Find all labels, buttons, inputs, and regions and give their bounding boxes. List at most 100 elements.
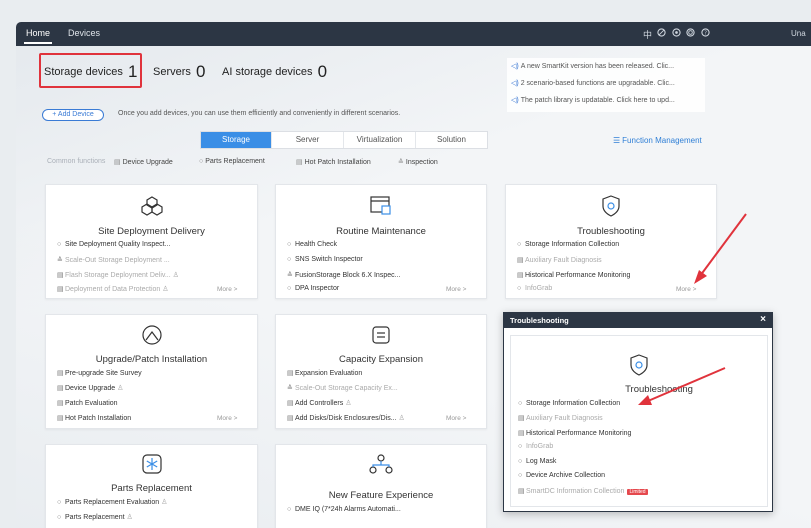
- speaker-icon: ◁): [511, 80, 519, 87]
- tab-storage[interactable]: Storage: [201, 132, 272, 148]
- card-item[interactable]: ≙ FusionStorage Block 6.X Inspec...: [287, 271, 400, 279]
- more-link[interactable]: More >: [217, 286, 237, 293]
- card-item[interactable]: ▤Hot Patch Installation: [57, 414, 131, 422]
- cubes-icon: [140, 195, 163, 219]
- card-item[interactable]: ○ Parts Replacement Evaluation ♙: [57, 498, 167, 506]
- card-item[interactable]: ▤Patch Evaluation: [57, 399, 118, 407]
- card-item[interactable]: ○ SNS Switch Inspector: [287, 256, 363, 263]
- card-item[interactable]: ○ Storage Information Collection: [517, 241, 619, 248]
- common-hot-patch[interactable]: ▤ Hot Patch Installation: [296, 158, 371, 166]
- card-capacity-expansion[interactable]: Capacity Expansion ▤Expansion Evaluation…: [275, 314, 487, 429]
- settings-icon[interactable]: [672, 28, 681, 39]
- card-item[interactable]: ○ Site Deployment Quality Inspect...: [57, 241, 170, 248]
- nav-devices-tab[interactable]: Devices: [68, 28, 100, 38]
- dialog-header: Troubleshooting ×: [504, 313, 772, 328]
- common-functions-label: Common functions: [47, 158, 106, 165]
- user-name[interactable]: Una: [791, 29, 806, 38]
- ai-storage-count: 0: [317, 62, 328, 81]
- notice-item[interactable]: ◁) A new SmartKit version has been releas…: [511, 62, 674, 70]
- card-item[interactable]: ○ InfoGrab: [517, 285, 552, 292]
- card-item[interactable]: ▤Add Disks/Disk Enclosures/Dis... ♙: [287, 414, 405, 422]
- servers-count: 0: [195, 62, 206, 81]
- category-tabs: Storage Server Virtualization Solution: [200, 131, 488, 149]
- snowflake-icon: [141, 453, 163, 477]
- card-item[interactable]: ▤Pre-upgrade Site Survey: [57, 369, 142, 377]
- annotation-arrow: [638, 367, 726, 405]
- card-item[interactable]: ▤Flash Storage Deployment Deliv... ♙: [57, 271, 179, 279]
- more-link[interactable]: More >: [446, 415, 466, 422]
- card-new-feature[interactable]: New Feature Experience ○ DME IQ (7*24h Al…: [275, 444, 487, 528]
- circle-icon: ○: [199, 158, 204, 165]
- card-item[interactable]: ▤Device Upgrade ♙: [57, 384, 123, 392]
- dialog-item[interactable]: ▤SmartDC Information Collection Limited: [518, 487, 648, 495]
- user-icon: ♙: [398, 415, 405, 422]
- card-item[interactable]: ≙ Scale-Out Storage Deployment ...: [57, 256, 170, 264]
- doc-icon: ▤: [296, 159, 303, 166]
- add-device-hint: Once you add devices, you can use them e…: [118, 110, 401, 117]
- card-item[interactable]: ▤Deployment of Data Protection ♙: [57, 285, 169, 293]
- svg-text:?: ?: [704, 31, 707, 37]
- common-device-upgrade[interactable]: ▤ Device Upgrade: [114, 158, 173, 166]
- card-item[interactable]: ○ DPA Inspector: [287, 285, 339, 292]
- user-icon: ♙: [172, 272, 179, 279]
- dialog-item[interactable]: ○ InfoGrab: [518, 443, 553, 450]
- tab-virtualization[interactable]: Virtualization: [344, 132, 416, 148]
- annotation-arrow: [694, 213, 747, 284]
- help-ring-icon[interactable]: [657, 28, 666, 39]
- card-item[interactable]: ▤Historical Performance Monitoring: [517, 271, 630, 279]
- alert-icon[interactable]: [686, 28, 695, 39]
- monitor-icon: [369, 194, 393, 220]
- user-icon: ♙: [117, 385, 124, 392]
- nav-home-underline: [24, 42, 52, 44]
- more-link[interactable]: More >: [446, 286, 466, 293]
- troubleshooting-dialog: Troubleshooting × Troubleshooting ○ Stora…: [503, 312, 773, 512]
- add-device-button[interactable]: + Add Device: [42, 109, 104, 121]
- network-icon: [368, 453, 394, 477]
- user-icon: ♙: [345, 400, 352, 407]
- common-inspection[interactable]: ≙ Inspection: [398, 158, 438, 166]
- servers-stat[interactable]: Servers 0: [153, 60, 206, 81]
- dialog-item[interactable]: ○ Log Mask: [518, 458, 556, 465]
- nav-home-tab[interactable]: Home: [26, 28, 50, 38]
- card-parts-replacement[interactable]: Parts Replacement ○ Parts Replacement Eva…: [45, 444, 258, 528]
- storage-box-icon: [370, 324, 392, 348]
- nav-bar: Home Devices 中 ? Una: [16, 22, 811, 46]
- card-title: Capacity Expansion: [339, 354, 423, 365]
- card-routine-maintenance[interactable]: Routine Maintenance ○ Health Check ○ SNS S…: [275, 184, 487, 299]
- function-management-link[interactable]: ☰ Function Management: [613, 136, 702, 145]
- upgrade-gauge-icon: [141, 324, 163, 348]
- storage-highlight-box: [39, 53, 142, 88]
- tab-solution[interactable]: Solution: [416, 132, 487, 148]
- user-icon: ♙: [126, 514, 133, 521]
- card-title: Site Deployment Delivery: [98, 226, 205, 237]
- dialog-card: Troubleshooting ○ Storage Information Col…: [510, 335, 768, 507]
- ai-storage-stat[interactable]: AI storage devices 0: [222, 60, 328, 81]
- language-icon[interactable]: 中: [643, 28, 652, 41]
- card-troubleshooting[interactable]: Troubleshooting ○ Storage Information Col…: [505, 184, 717, 299]
- card-item[interactable]: ○ Health Check: [287, 241, 337, 248]
- card-item[interactable]: ▤Add Controllers ♙: [287, 399, 351, 407]
- question-icon[interactable]: ?: [701, 28, 710, 39]
- card-title: Upgrade/Patch Installation: [95, 354, 208, 365]
- card-item[interactable]: ○ Parts Replacement ♙: [57, 513, 133, 521]
- card-site-deployment[interactable]: Site Deployment Delivery ○ Site Deploymen…: [45, 184, 258, 299]
- dialog-item[interactable]: ▤Auxiliary Fault Diagnosis: [518, 414, 603, 422]
- list-icon: ☰: [613, 136, 621, 145]
- dialog-item[interactable]: ▤Historical Performance Monitoring: [518, 429, 631, 437]
- user-icon: ♙: [161, 499, 168, 506]
- close-icon[interactable]: ×: [760, 313, 766, 327]
- tab-server[interactable]: Server: [272, 132, 344, 148]
- notice-item[interactable]: ◁) 2 scenario-based functions are upgrada…: [511, 79, 675, 87]
- card-item[interactable]: ▤Auxiliary Fault Diagnosis: [517, 256, 602, 264]
- dialog-item[interactable]: ○ Storage Information Collection: [518, 400, 620, 407]
- dialog-title: Troubleshooting: [510, 316, 569, 325]
- dialog-item[interactable]: ○ Device Archive Collection: [518, 472, 605, 479]
- common-parts-replacement[interactable]: ○ Parts Replacement: [199, 158, 265, 165]
- card-upgrade-patch[interactable]: Upgrade/Patch Installation ▤Pre-upgrade …: [45, 314, 258, 429]
- notice-panel: ◁) A new SmartKit version has been releas…: [507, 58, 705, 112]
- notice-item[interactable]: ◁) The patch library is updatable. Click …: [511, 96, 675, 104]
- more-link[interactable]: More >: [217, 415, 237, 422]
- card-item[interactable]: ▤Expansion Evaluation: [287, 369, 362, 377]
- card-item[interactable]: ≙ Scale-Out Storage Capacity Ex...: [287, 384, 398, 392]
- card-item[interactable]: ○ DME IQ (7*24h Alarms Automati...: [287, 506, 401, 513]
